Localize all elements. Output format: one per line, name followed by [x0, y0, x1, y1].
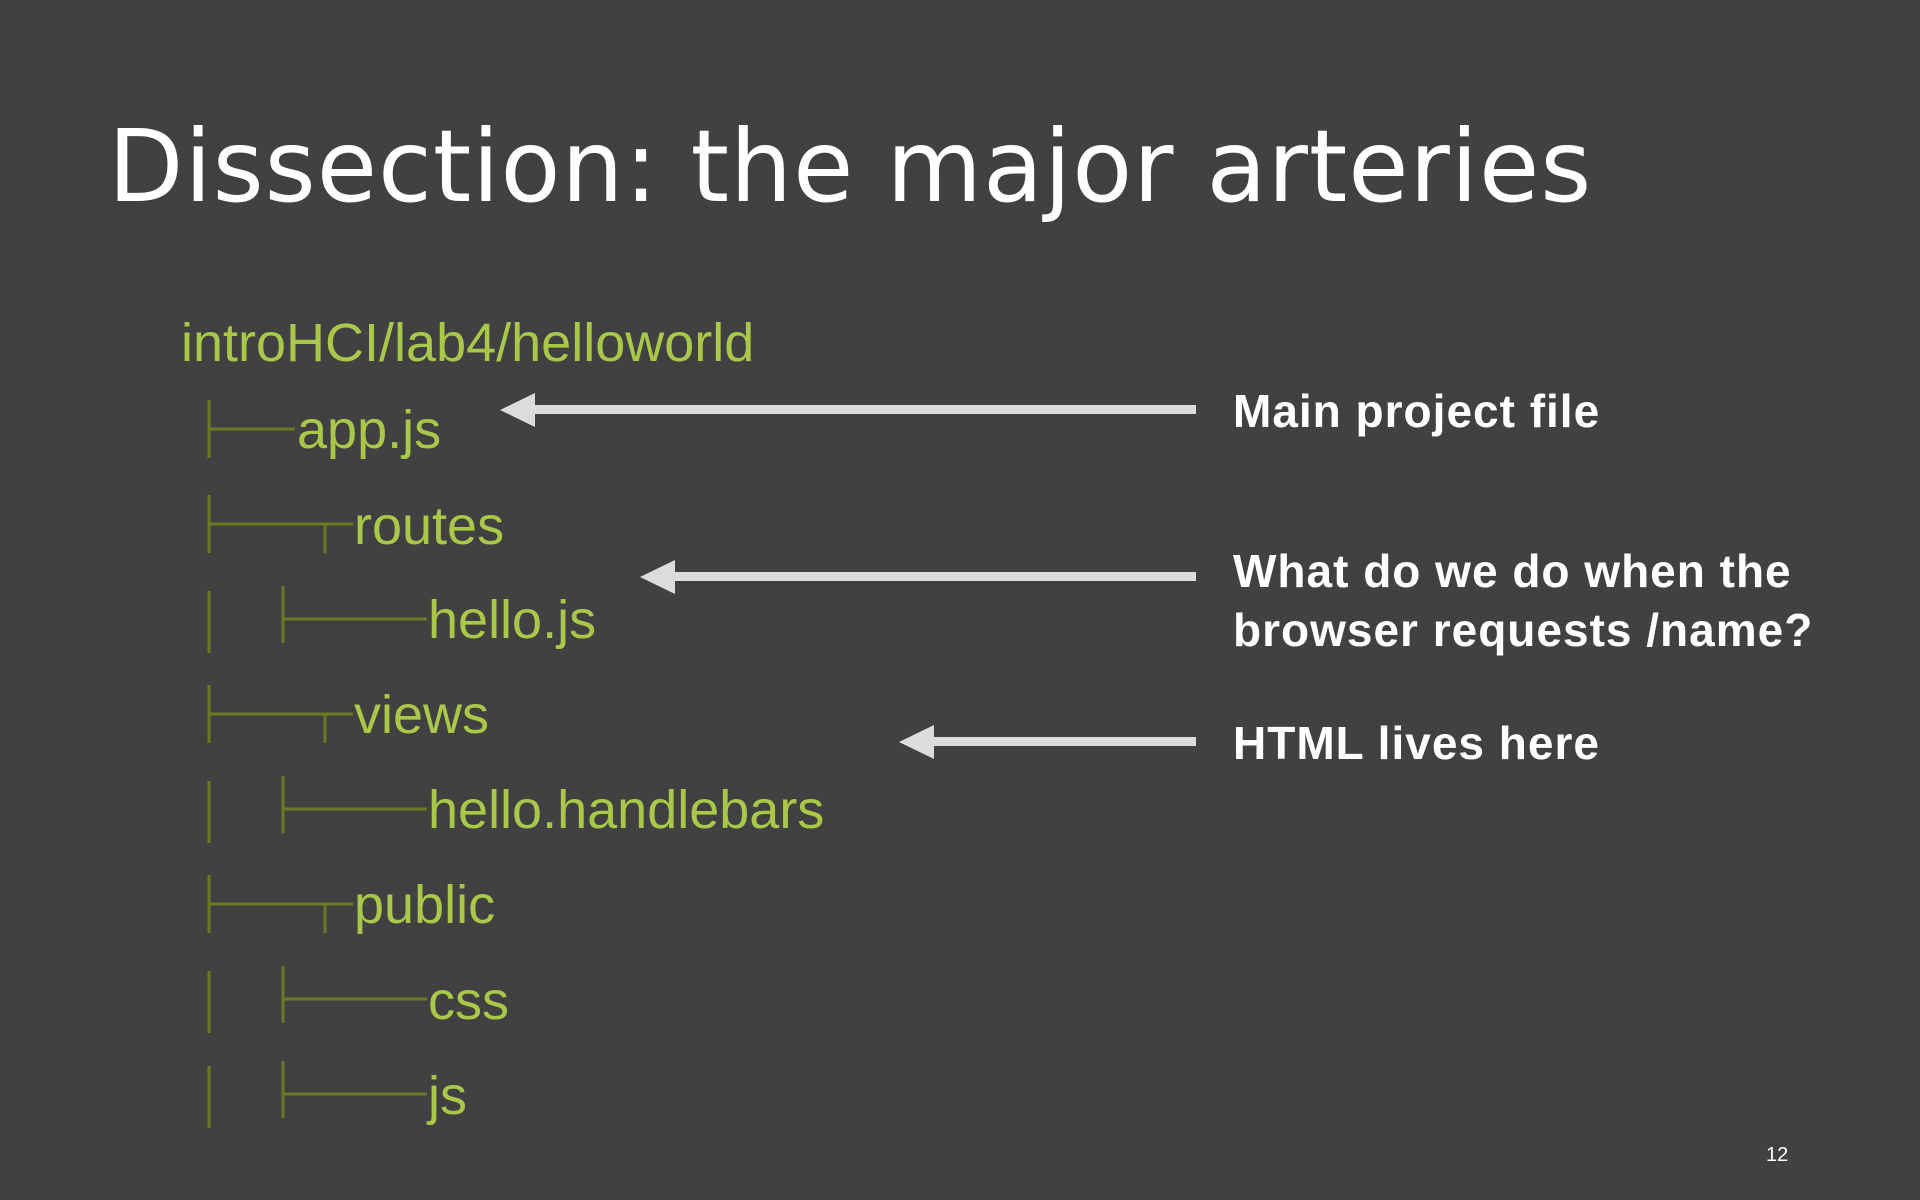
annotation-views: HTML lives here — [1233, 717, 1600, 769]
arrow-main-project-file — [500, 393, 1196, 427]
tree-lines — [207, 393, 1196, 1128]
arrow-routes — [640, 560, 1196, 594]
page-number: 12 — [1766, 1144, 1789, 1166]
annotation-routes-line2: browser requests /name? — [1233, 604, 1814, 656]
annotation-routes-line1: What do we do when the — [1233, 545, 1792, 597]
annotation-main-project-file: Main project file — [1233, 385, 1601, 437]
arrow-views — [899, 725, 1196, 759]
